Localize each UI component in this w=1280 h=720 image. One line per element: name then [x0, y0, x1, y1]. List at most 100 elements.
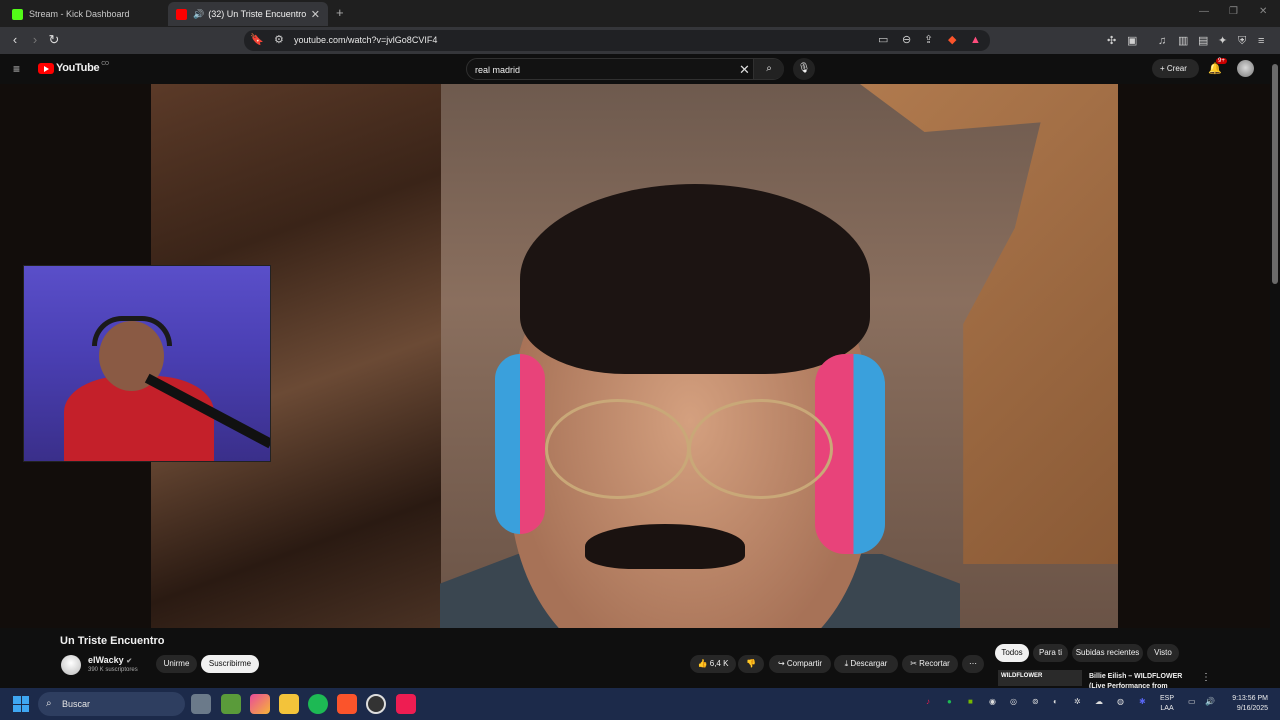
chip-watched[interactable]: Visto — [1147, 644, 1179, 662]
tray-settings-icon[interactable]: ✲ — [1074, 697, 1081, 706]
recommendation-thumbnail[interactable]: WILDFLOWER — [998, 670, 1082, 686]
tray-spotify-icon[interactable]: ● — [947, 697, 952, 706]
cast-icon[interactable]: ▭ — [878, 33, 888, 47]
kick-icon — [12, 8, 23, 20]
input-language[interactable]: ESP LAA — [1160, 694, 1174, 714]
brave-rewards-icon[interactable]: ▲ — [970, 33, 981, 47]
restore-icon[interactable]: ❐ — [1229, 6, 1238, 17]
zoom-icon[interactable]: ⊖ — [902, 33, 911, 47]
like-button[interactable]: 👍 6,4 K — [690, 655, 736, 673]
vpn-icon[interactable]: ⛨ — [1238, 34, 1246, 48]
music-icon[interactable]: ♫ — [1158, 34, 1166, 48]
minecraft-icon[interactable] — [221, 694, 241, 714]
network-icon[interactable]: ▭ — [1188, 697, 1196, 706]
tab-youtube-video[interactable]: 🔊 (32) Un Triste Encuentro - Yo ✕ — [168, 2, 328, 26]
chip-for-you[interactable]: Para ti — [1033, 644, 1068, 662]
address-bar-row: ‹ › ↻ 🔖 ⚙ youtube.com/watch?v=jvlGo8CVIF… — [0, 27, 1280, 54]
close-tab-icon[interactable]: ✕ — [311, 8, 320, 21]
webcam-headphones — [92, 316, 172, 346]
dislike-button[interactable]: 👎 — [738, 655, 764, 673]
tray-c-icon[interactable]: ◐ — [1053, 697, 1058, 706]
sidebar-icon[interactable]: ▥ — [1178, 34, 1188, 48]
url-field[interactable]: 🔖 ⚙ youtube.com/watch?v=jvlGo8CVIF4 ▭ ⊖ … — [244, 30, 990, 51]
windows-start-icon[interactable] — [13, 696, 29, 712]
search-icon: ⌕ — [46, 698, 52, 709]
tray-steam-icon[interactable]: ☁ — [1095, 697, 1103, 706]
video-details: Un Triste Encuentro elWacky ✔ 390 K susc… — [0, 628, 1270, 690]
video-frame-glasses-left — [545, 399, 690, 499]
share-button[interactable]: ↪ Compartir — [769, 655, 831, 673]
more-actions-button[interactable]: ⋯ — [962, 655, 984, 673]
taskbar-search-label: Buscar — [62, 699, 91, 709]
minimize-icon[interactable]: — — [1199, 6, 1209, 17]
channel-name[interactable]: elWacky ✔ — [88, 655, 132, 665]
speaker-icon[interactable]: 🔊 — [193, 9, 204, 20]
tray-bluetooth-icon[interactable]: ✱ — [1139, 697, 1146, 706]
chip-recent-uploads[interactable]: Subidas recientes — [1072, 644, 1143, 662]
channel-subscribers: 390 K suscriptores — [88, 667, 138, 673]
wallet-icon[interactable]: ▤ — [1198, 34, 1208, 48]
video-title: Un Triste Encuentro — [60, 635, 165, 647]
hamburger-menu-icon[interactable]: ≡ — [13, 62, 20, 76]
clip-button[interactable]: ✂ Recortar — [902, 655, 958, 673]
file-explorer-icon[interactable] — [279, 694, 299, 714]
extensions-icon[interactable]: ✣ — [1107, 34, 1116, 48]
scrollbar-thumb[interactable] — [1272, 64, 1278, 284]
youtube-play-icon — [38, 62, 54, 74]
subscribe-button[interactable]: Suscribirme — [201, 655, 259, 673]
youtube-header: ≡ YouTube CO ✕ ⌕ 🎙 + Crear 🔔 9+ — [0, 54, 1280, 84]
download-button[interactable]: ⤓ Descargar — [834, 655, 898, 673]
tray-nvidia-icon[interactable]: ■ — [968, 697, 973, 706]
brave-icon[interactable] — [337, 694, 357, 714]
volume-icon[interactable]: 🔊 — [1205, 697, 1215, 706]
new-tab-button[interactable]: + — [336, 5, 344, 20]
tray-obs-icon[interactable]: ◍ — [1117, 697, 1124, 706]
search-button[interactable]: ⌕ — [753, 59, 784, 79]
tray-discord-icon[interactable]: ◉ — [989, 697, 996, 706]
youtube-logo[interactable]: YouTube CO — [38, 61, 109, 74]
site-info-icon[interactable]: ⚙ — [274, 33, 284, 47]
browser-tab-bar: Stream - Kick Dashboard 🔊 (32) Un Triste… — [0, 0, 1280, 27]
taskbar-search[interactable]: ⌕ Buscar — [38, 692, 185, 716]
tab-kick-dashboard[interactable]: Stream - Kick Dashboard — [4, 2, 164, 26]
tab-title: (32) Un Triste Encuentro - Yo — [208, 9, 308, 19]
screenshot-icon[interactable]: ▣ — [1127, 34, 1137, 48]
channel-avatar[interactable] — [61, 655, 81, 675]
task-view-icon[interactable] — [191, 694, 211, 714]
recommendation-menu-icon[interactable]: ⋮ — [1201, 672, 1211, 683]
notification-badge: 9+ — [1216, 58, 1227, 64]
brave-shield-icon[interactable]: ◆ — [948, 33, 956, 47]
back-button[interactable]: ‹ — [6, 31, 24, 49]
tray-app-icon[interactable]: ◎ — [1010, 697, 1017, 706]
chip-all[interactable]: Todos — [995, 644, 1029, 662]
spotify-icon[interactable] — [308, 694, 328, 714]
verified-icon: ✔ — [126, 658, 133, 665]
page-scrollbar[interactable] — [1270, 54, 1280, 686]
tiktok-icon[interactable] — [396, 694, 416, 714]
clear-search-icon[interactable]: ✕ — [739, 62, 750, 78]
share-icon[interactable]: ⇪ — [924, 33, 933, 47]
search-input[interactable] — [475, 63, 725, 77]
menu-icon[interactable]: ≡ — [1258, 34, 1264, 48]
video-frame-headphone-left — [495, 354, 545, 534]
video-player[interactable] — [0, 84, 1270, 628]
close-window-icon[interactable]: ✕ — [1259, 6, 1267, 17]
voice-search-icon[interactable]: 🎙 — [793, 58, 815, 80]
windows-taskbar: ⌕ Buscar ♪ ● ■ ◉ ◎ ⊚ ◐ ✲ ☁ ◍ ✱ ESP LAA ▭ … — [0, 688, 1280, 720]
obs-icon[interactable] — [366, 694, 386, 714]
join-button[interactable]: Unirme — [156, 655, 197, 673]
account-avatar[interactable] — [1237, 60, 1254, 77]
tab-title: Stream - Kick Dashboard — [29, 9, 130, 19]
logo-country: CO — [101, 61, 109, 67]
tray-tiktok-icon[interactable]: ♪ — [926, 697, 930, 706]
leo-ai-icon[interactable]: ✦ — [1218, 34, 1227, 48]
bookmark-icon[interactable]: 🔖 — [250, 33, 264, 47]
reload-button[interactable]: ↻ — [45, 31, 63, 49]
system-clock[interactable]: 9:13:56 PM 9/16/2025 — [1224, 694, 1268, 714]
create-button[interactable]: + Crear — [1152, 59, 1199, 78]
logo-text: YouTube — [56, 62, 100, 74]
photos-icon[interactable] — [250, 694, 270, 714]
forward-button[interactable]: › — [26, 31, 44, 49]
url-text: youtube.com/watch?v=jvlGo8CVIF4 — [294, 35, 438, 45]
tray-network-app-icon[interactable]: ⊚ — [1032, 697, 1039, 706]
